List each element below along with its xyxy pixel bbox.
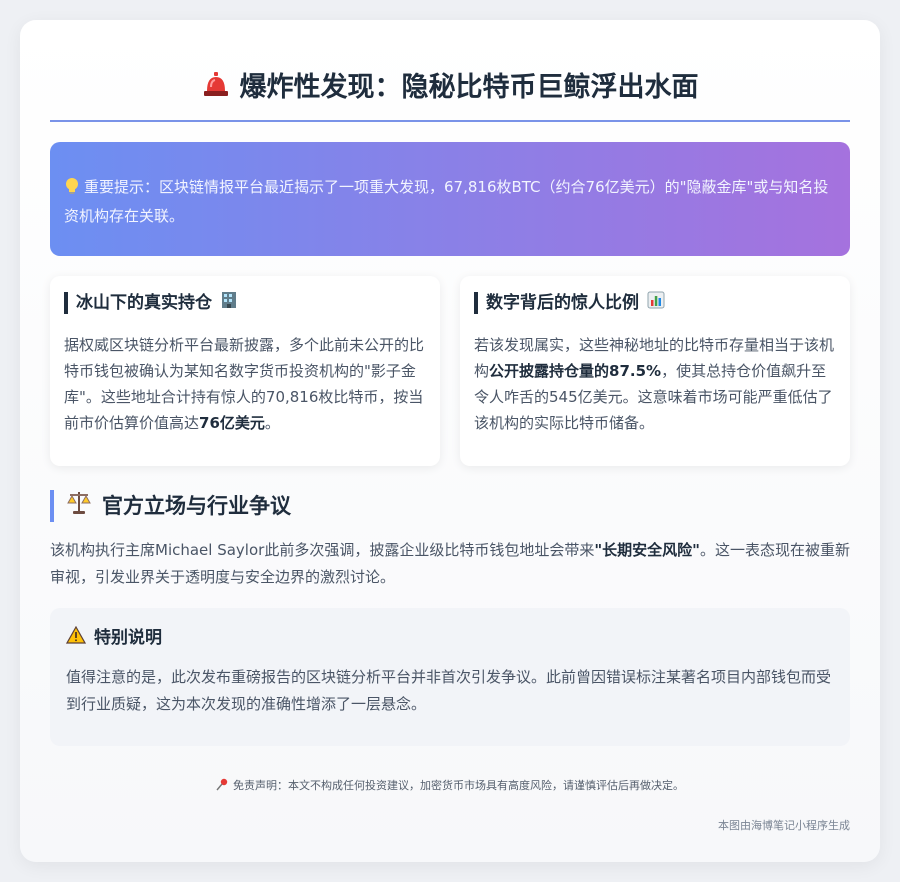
holdings-panel-title-text: 冰山下的真实持仓 (76, 293, 212, 313)
special-note-text: 值得注意的是，此次发布重磅报告的区块链分析平台并非首次引发争议。此前曾因错误标注… (66, 668, 832, 713)
article-card: 爆炸性发现：隐秘比特币巨鲸浮出水面 重要提示：区块链情报平台最近揭示了一项重大发… (20, 20, 880, 862)
holdings-panel-title: 冰山下的真实持仓 (64, 292, 424, 314)
footer-credit: 本图由海博笔记小程序生成 (718, 819, 850, 832)
special-note-title-text: 特别说明 (94, 628, 162, 648)
page-title-text: 爆炸性发现：隐秘比特币巨鲸浮出水面 (239, 72, 699, 103)
official-stance-text: 该机构执行主席Michael Saylor此前多次强调，披露企业级比特币钱包地址… (50, 537, 855, 591)
scales-icon (66, 489, 92, 524)
disclaimer-text: 免责声明：本文不构成任何投资建议，加密货币市场具有高度风险，请谨慎评估后再做决定… (233, 779, 684, 792)
building-icon (220, 291, 238, 315)
official-stance-title: 官方立场与行业争议 (102, 494, 291, 518)
ratio-panel-text: 若该发现属实，这些神秘地址的比特币存量相当于该机构公开披露持仓量的87.5%，使… (474, 332, 834, 436)
warning-icon (65, 625, 87, 651)
important-alert-banner: 重要提示：区块链情报平台最近揭示了一项重大发现，67,816枚BTC（约合76亿… (50, 142, 850, 256)
siren-icon (202, 69, 230, 109)
title-divider (50, 120, 850, 122)
ratio-highlight: 公开披露持仓量的87.5% (489, 362, 662, 380)
holdings-panel-text: 据权威区块链分析平台最新披露，多个此前未公开的比特币钱包被确认为某知名数字货币投… (64, 332, 424, 436)
ratio-panel-title: 数字背后的惊人比例 (474, 291, 834, 315)
lightbulb-icon (64, 177, 80, 203)
holdings-text-end: 。 (264, 414, 280, 432)
pushpin-icon (216, 778, 229, 796)
holdings-panel: 冰山下的真实持仓 据权威区块链分析平台最新披露，多个此前未公开的比特币钱包被确认… (50, 276, 440, 466)
disclaimer: 免责声明：本文不构成任何投资建议，加密货币市场具有高度风险，请谨慎评估后再做决定… (50, 778, 850, 796)
bar-chart-icon (647, 291, 665, 315)
stance-text-part: 该机构执行主席Michael Saylor此前多次强调，披露企业级比特币钱包地址… (50, 541, 595, 559)
ratio-panel-title-text: 数字背后的惊人比例 (486, 293, 639, 313)
official-stance-heading: 官方立场与行业争议 (50, 490, 291, 522)
alert-text: 重要提示：区块链情报平台最近揭示了一项重大发现，67,816枚BTC（约合76亿… (64, 178, 829, 225)
page-title: 爆炸性发现：隐秘比特币巨鲸浮出水面 (50, 68, 850, 108)
ratio-panel: 数字背后的惊人比例 若该发现属实，这些神秘地址的比特币存量相当于该机构公开披露持… (460, 276, 850, 466)
stance-highlight: "长期安全风险" (594, 541, 700, 559)
special-note-title: 特别说明 (65, 625, 834, 651)
holdings-highlight: 76亿美元 (199, 414, 265, 432)
special-note-box: 特别说明 值得注意的是，此次发布重磅报告的区块链分析平台并非首次引发争议。此前曾… (50, 608, 850, 746)
